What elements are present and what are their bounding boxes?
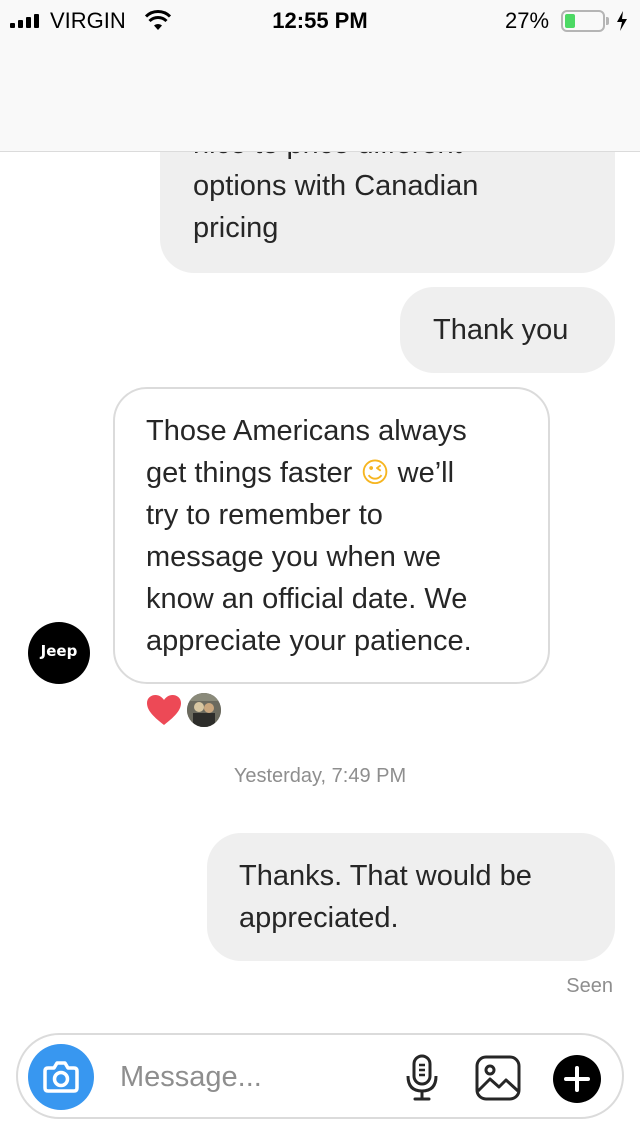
jeep-logo-avatar: Jeep xyxy=(81,71,137,127)
seen-indicator: Seen xyxy=(566,975,613,997)
charging-bolt-icon xyxy=(617,11,627,31)
battery-icon xyxy=(561,10,605,32)
plus-icon xyxy=(564,1066,590,1092)
gallery-icon[interactable] xyxy=(473,1053,523,1103)
profile-avatar[interactable]: Jeep xyxy=(74,64,144,134)
message-bubble-outgoing[interactable]: Thanks. That would be appreciated. xyxy=(207,833,615,961)
wink-emoji-icon: 😉 xyxy=(360,456,390,489)
sender-avatar[interactable]: Jeep xyxy=(28,622,90,684)
heart-icon[interactable] xyxy=(145,693,183,727)
reactor-photo xyxy=(187,693,221,727)
message-line: we’ll xyxy=(397,457,455,489)
message-text-incoming: Those Americans always get things faster … xyxy=(146,410,472,662)
conversation-timestamp: Yesterday, 7:49 PM xyxy=(233,765,407,787)
camera-icon xyxy=(43,1061,79,1093)
message-text: Thanks. That would be appreciated. xyxy=(239,860,532,934)
add-content-button[interactable] xyxy=(553,1055,601,1103)
microphone-icon[interactable] xyxy=(402,1053,442,1103)
jeep-logo: Jeep xyxy=(40,642,78,660)
battery-level-fill xyxy=(565,14,575,28)
camera-button[interactable] xyxy=(28,1044,94,1110)
message-line: get things faster xyxy=(146,457,353,489)
reactor-avatar[interactable] xyxy=(187,693,221,727)
message-composer xyxy=(16,1033,624,1119)
message-line: try to remember to message you when we k… xyxy=(146,499,472,657)
back-chevron-icon[interactable] xyxy=(20,76,52,120)
message-input[interactable] xyxy=(120,1057,380,1097)
message-line: Those Americans always xyxy=(146,415,467,447)
battery-percentage: 27% xyxy=(505,8,550,33)
message-bubble-incoming[interactable]: Those Americans always get things faster … xyxy=(113,387,550,684)
message-bubble-outgoing[interactable]: nice to price different options with Can… xyxy=(160,100,615,273)
status-bar: VIRGIN 12:55 PM 27% xyxy=(0,0,640,44)
message-bubble-outgoing[interactable]: Thank you xyxy=(400,287,615,373)
message-text: nice to price different options with Can… xyxy=(193,128,479,244)
battery-cap xyxy=(606,17,609,25)
jeep-logo: Jeep xyxy=(93,89,125,104)
message-text: Thank you xyxy=(433,314,569,346)
